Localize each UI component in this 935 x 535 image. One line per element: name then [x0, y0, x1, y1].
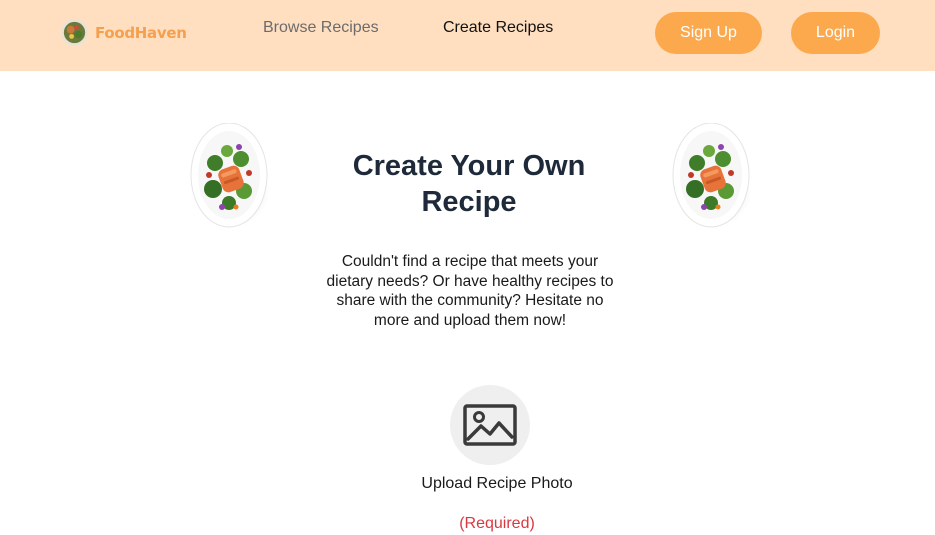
nav-link-create-recipes[interactable]: Create Recipes: [443, 19, 553, 37]
required-indicator: (Required): [459, 515, 535, 532]
nav-link-browse-recipes[interactable]: Browse Recipes: [263, 19, 379, 37]
salad-dish-image-right: [671, 123, 751, 229]
brand-name: FoodHaven: [95, 23, 187, 42]
top-navbar: FoodHaven Browse Recipes Create Recipes …: [0, 0, 935, 71]
page-title: Create Your Own Recipe: [352, 150, 586, 218]
food-bowl-icon: [60, 18, 89, 47]
salad-dish-image-left: [189, 123, 269, 229]
page-description: Couldn't find a recipe that meets your d…: [326, 253, 614, 329]
upload-photo-button[interactable]: [450, 385, 530, 465]
upload-photo-label: Upload Recipe Photo: [421, 475, 573, 492]
login-button[interactable]: Login: [791, 12, 880, 54]
image-icon: [463, 404, 517, 446]
brand-logo[interactable]: FoodHaven: [60, 18, 187, 47]
sign-up-button[interactable]: Sign Up: [655, 12, 762, 54]
